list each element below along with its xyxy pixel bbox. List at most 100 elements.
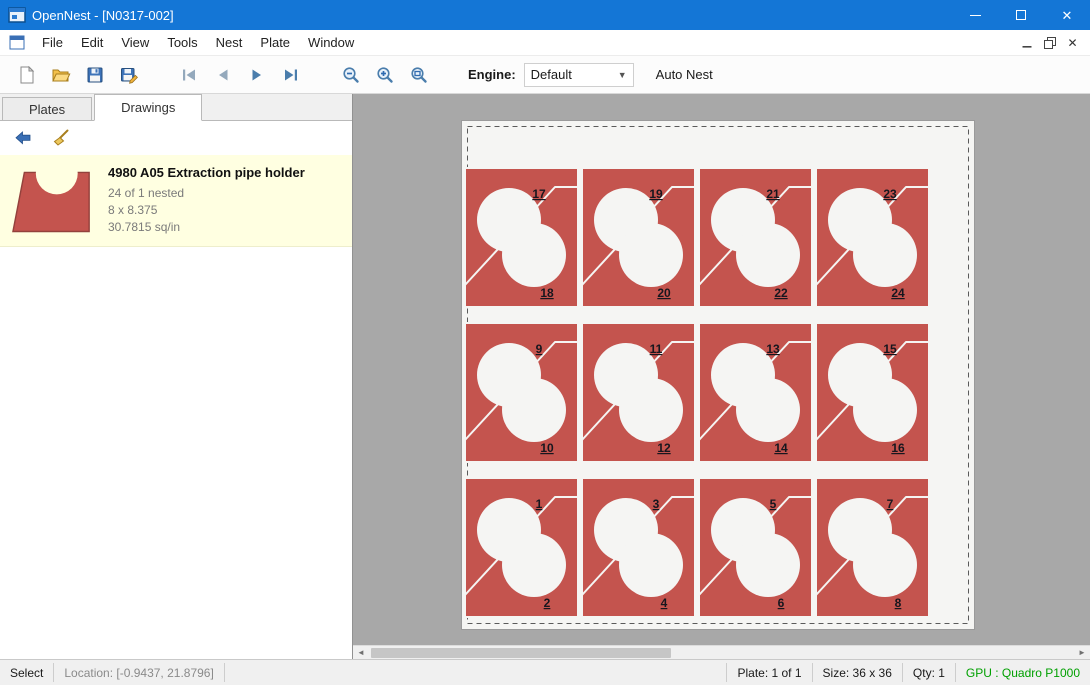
mdi-minimize-button[interactable]: [1015, 33, 1038, 53]
status-mode: Select: [0, 660, 53, 685]
save-as-button[interactable]: [112, 60, 146, 90]
previous-arrow-icon: [214, 66, 232, 84]
menu-nest[interactable]: Nest: [207, 31, 252, 54]
zoom-out-icon: [342, 66, 360, 84]
status-gpu: GPU : Quadro P1000: [956, 660, 1090, 685]
first-plate-button[interactable]: [172, 60, 206, 90]
pipe-hole: [736, 533, 800, 597]
pipe-hole: [619, 223, 683, 287]
part-number: 23: [883, 187, 897, 201]
scrollbar-thumb[interactable]: [371, 648, 671, 658]
nest-pair[interactable]: 78: [816, 478, 929, 617]
mdi-close-button[interactable]: ✕: [1061, 33, 1084, 53]
scroll-right-icon[interactable]: ►: [1074, 646, 1090, 660]
nest-pair[interactable]: 1718: [465, 168, 578, 307]
menu-view[interactable]: View: [112, 31, 158, 54]
drawing-title: 4980 A05 Extraction pipe holder: [108, 165, 305, 180]
nest-pair[interactable]: 1314: [699, 323, 812, 462]
menu-tools[interactable]: Tools: [158, 31, 206, 54]
menu-plate[interactable]: Plate: [251, 31, 299, 54]
status-size: Size: 36 x 36: [813, 660, 902, 685]
send-to-plate-button[interactable]: [8, 125, 38, 151]
drawing-list-item[interactable]: 4980 A05 Extraction pipe holder 24 of 1 …: [0, 155, 352, 247]
horizontal-scrollbar[interactable]: ◄ ►: [353, 645, 1090, 659]
zoom-out-button[interactable]: [334, 60, 368, 90]
menu-window[interactable]: Window: [299, 31, 363, 54]
zoom-in-icon: [376, 66, 394, 84]
part-number: 16: [891, 441, 905, 455]
pipe-hole: [736, 223, 800, 287]
sidebar-tabstrip: Plates Drawings: [0, 94, 352, 121]
new-file-icon: [18, 66, 36, 84]
scroll-left-icon[interactable]: ◄: [353, 646, 369, 660]
zoom-in-button[interactable]: [368, 60, 402, 90]
part-number: 3: [653, 497, 660, 511]
close-button[interactable]: ✕: [1044, 0, 1090, 30]
part-number: 20: [657, 286, 671, 300]
nest-pair[interactable]: 910: [465, 323, 578, 462]
broom-icon: [52, 129, 70, 147]
pipe-hole: [853, 378, 917, 442]
engine-label: Engine:: [468, 67, 516, 82]
part-number: 22: [774, 286, 788, 300]
pipe-hole: [619, 378, 683, 442]
zoom-fit-icon: [410, 66, 428, 84]
zoom-fit-button[interactable]: [402, 60, 436, 90]
nest-pair[interactable]: 21 22: [699, 168, 812, 307]
titlebar[interactable]: OpenNest - [N0317-002] ✕: [0, 0, 1090, 30]
pipe-hole: [853, 533, 917, 597]
part-number: 6: [778, 596, 785, 610]
save-icon: [86, 66, 104, 84]
clear-button[interactable]: [46, 125, 76, 151]
pipe-hole: [619, 533, 683, 597]
close-icon: ✕: [1062, 9, 1073, 22]
new-file-button[interactable]: [10, 60, 44, 90]
tab-plates[interactable]: Plates: [2, 97, 92, 120]
nest-pair[interactable]: 34: [582, 478, 695, 617]
mdi-restore-button[interactable]: [1038, 33, 1061, 53]
engine-select[interactable]: Default ▼: [524, 63, 634, 87]
part-number: 21: [766, 187, 780, 201]
window-title: OpenNest - [N0317-002]: [32, 8, 174, 23]
tab-drawings[interactable]: Drawings: [94, 94, 202, 121]
nest-pair[interactable]: 11 12: [582, 323, 695, 462]
part-number: 13: [766, 342, 780, 356]
previous-plate-button[interactable]: [206, 60, 240, 90]
menu-file[interactable]: File: [33, 31, 72, 54]
nest-pair[interactable]: 1920: [582, 168, 695, 307]
save-button[interactable]: [78, 60, 112, 90]
part-number: 10: [540, 441, 554, 455]
nest-pair[interactable]: 1516: [816, 323, 929, 462]
maximize-icon: [1016, 10, 1026, 20]
nest-pair[interactable]: 2324: [816, 168, 929, 307]
nest-pair[interactable]: 56: [699, 478, 812, 617]
auto-nest-button[interactable]: Auto Nest: [648, 63, 721, 86]
last-plate-button[interactable]: [274, 60, 308, 90]
statusbar: Select Location: [-0.9437, 21.8796] Plat…: [0, 659, 1090, 685]
next-plate-button[interactable]: [240, 60, 274, 90]
menu-edit[interactable]: Edit: [72, 31, 112, 54]
part-number: 8: [895, 596, 902, 610]
minimize-button[interactable]: [952, 0, 998, 30]
part-number: 11: [650, 342, 663, 356]
last-arrow-icon: [282, 66, 300, 84]
pipe-hole: [502, 533, 566, 597]
drawing-item-text: 4980 A05 Extraction pipe holder 24 of 1 …: [108, 165, 305, 236]
nest-canvas[interactable]: 171819202122232491011121314151612345678 …: [353, 94, 1090, 659]
open-folder-icon: [51, 66, 71, 84]
maximize-button[interactable]: [998, 0, 1044, 30]
open-button[interactable]: [44, 60, 78, 90]
save-as-icon: [120, 66, 138, 84]
document-icon: [9, 35, 25, 51]
mdi-minimize-icon: [1021, 37, 1033, 49]
status-spacer: [225, 660, 727, 685]
part-number: 1: [536, 497, 543, 511]
first-arrow-icon: [180, 66, 198, 84]
part-number: 7: [887, 497, 894, 511]
nest-pair[interactable]: 12: [465, 478, 578, 617]
part-number: 12: [657, 441, 671, 455]
nest-plate[interactable]: 171819202122232491011121314151612345678: [461, 120, 975, 630]
chevron-down-icon: ▼: [618, 70, 627, 80]
app-icon: [8, 6, 26, 24]
drawing-nested-count: 24 of 1 nested: [108, 185, 305, 202]
